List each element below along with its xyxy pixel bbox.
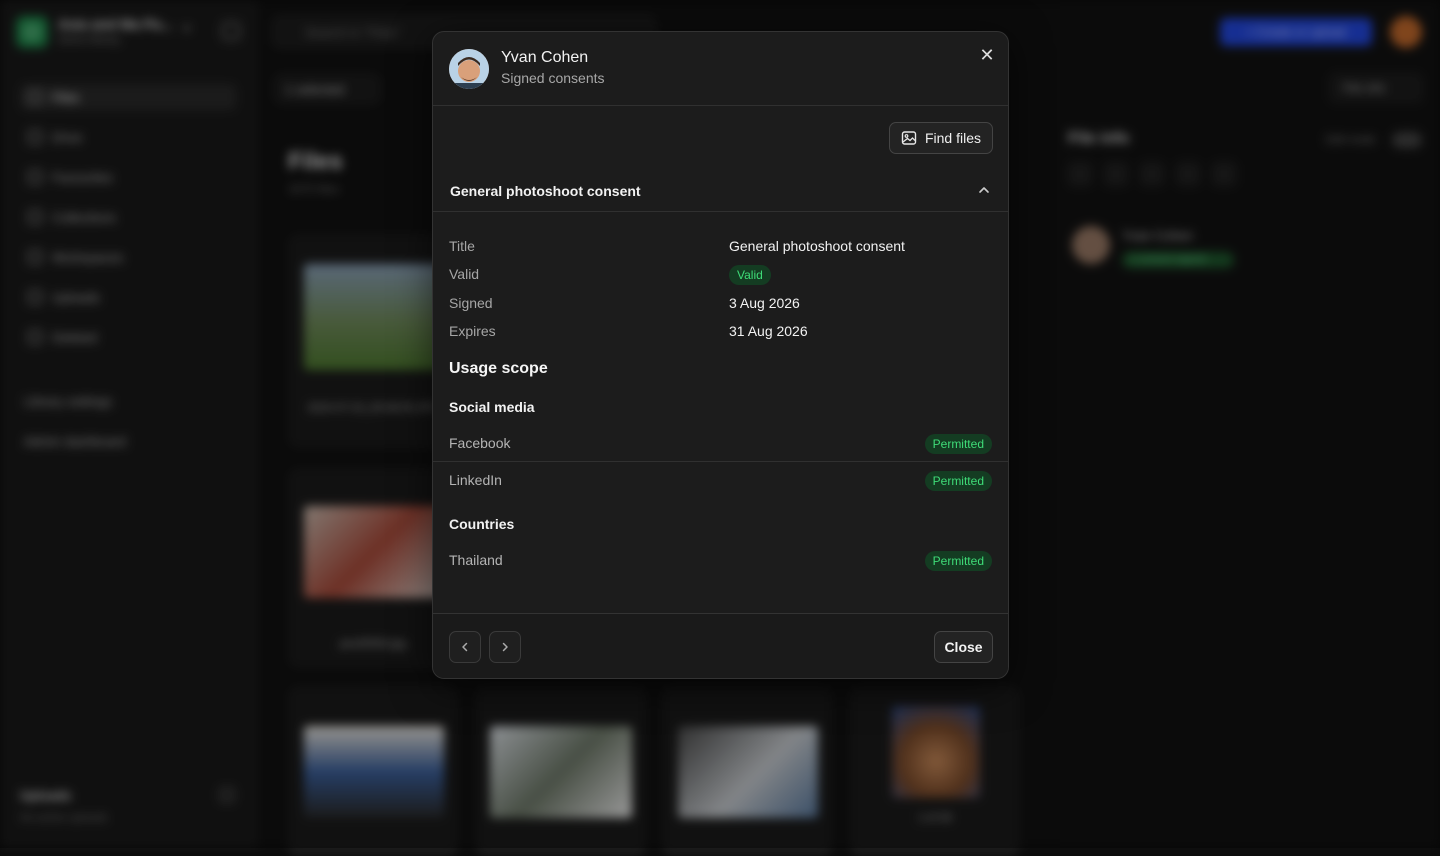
scope-item-thailand: Thailand bbox=[449, 552, 503, 568]
find-files-label: Find files bbox=[925, 130, 981, 146]
section-title-countries: Countries bbox=[449, 516, 514, 532]
section-title-social-media: Social media bbox=[449, 399, 535, 415]
detail-value-expires: 31 Aug 2026 bbox=[729, 323, 808, 339]
dialog-header: Yvan Cohen Signed consents ✕ bbox=[433, 32, 1008, 106]
scope-item-linkedin: LinkedIn bbox=[449, 472, 502, 488]
signed-consents-dialog: Yvan Cohen Signed consents ✕ Find files … bbox=[432, 31, 1009, 679]
divider bbox=[433, 461, 1008, 462]
next-button[interactable] bbox=[489, 631, 521, 663]
chevron-left-icon bbox=[458, 640, 472, 654]
permitted-badge: Permitted bbox=[925, 551, 992, 571]
avatar-image bbox=[449, 49, 489, 89]
previous-button[interactable] bbox=[449, 631, 481, 663]
permitted-badge: Permitted bbox=[925, 471, 992, 491]
chevron-up-icon[interactable] bbox=[975, 181, 993, 199]
close-button[interactable]: Close bbox=[934, 631, 993, 663]
detail-value-signed: 3 Aug 2026 bbox=[729, 295, 800, 311]
dialog-footer: Close bbox=[433, 613, 1008, 679]
detail-label-valid: Valid bbox=[449, 266, 479, 282]
consent-title: General photoshoot consent bbox=[450, 183, 641, 199]
valid-status-badge: Valid bbox=[729, 265, 771, 285]
permitted-badge: Permitted bbox=[925, 434, 992, 454]
consent-accordion-header[interactable]: General photoshoot consent bbox=[433, 170, 1008, 212]
detail-label-title: Title bbox=[449, 238, 475, 254]
close-icon[interactable]: ✕ bbox=[977, 45, 997, 65]
scope-item-facebook: Facebook bbox=[449, 435, 510, 451]
find-files-button[interactable]: Find files bbox=[889, 122, 993, 154]
usage-scope-heading: Usage scope bbox=[449, 360, 548, 378]
detail-label-signed: Signed bbox=[449, 295, 493, 311]
chevron-right-icon bbox=[498, 640, 512, 654]
image-icon bbox=[901, 130, 917, 146]
dialog-subtitle: Signed consents bbox=[501, 70, 605, 86]
person-avatar bbox=[449, 49, 489, 89]
dialog-person-name: Yvan Cohen bbox=[501, 49, 588, 67]
detail-value-title: General photoshoot consent bbox=[729, 238, 905, 254]
detail-label-expires: Expires bbox=[449, 323, 496, 339]
